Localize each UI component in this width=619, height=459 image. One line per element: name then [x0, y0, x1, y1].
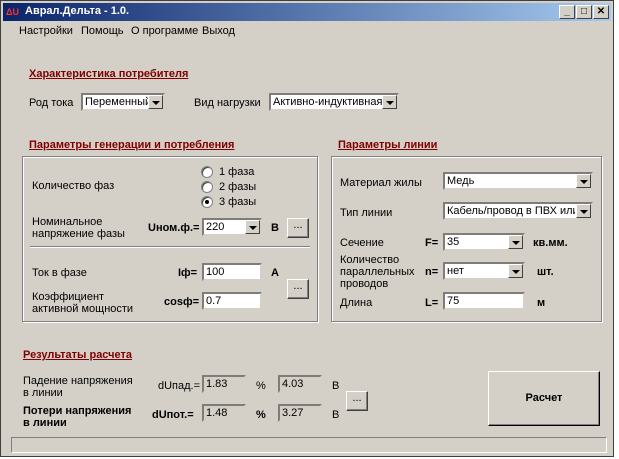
- window-title: Аврал.Дельта - 1.0.: [25, 5, 130, 17]
- minimize-icon: _: [564, 6, 570, 17]
- loss-volts-output: 3.27: [278, 404, 322, 422]
- load-type-value: Активно-индуктивная: [273, 96, 383, 108]
- close-button[interactable]: ✕: [593, 5, 609, 19]
- drop-volts-output: 4.03: [278, 375, 322, 393]
- maximize-icon: □: [580, 6, 588, 17]
- material-value: Медь: [447, 175, 475, 187]
- length-unit: м: [537, 297, 546, 309]
- pf-input[interactable]: 0.7: [202, 292, 262, 310]
- loss-volts-unit: В: [332, 409, 340, 421]
- line-section-title: Параметры линии: [338, 139, 438, 151]
- load-type-select[interactable]: Активно-индуктивная: [269, 93, 399, 111]
- app-logo-icon: ΔU: [6, 7, 19, 17]
- parallel-label-line1: Количество: [340, 254, 400, 266]
- menu-help[interactable]: Помощь: [81, 25, 124, 37]
- parallel-select[interactable]: нет: [443, 262, 525, 280]
- length-input[interactable]: 75: [443, 292, 525, 310]
- current-unit: А: [271, 267, 279, 279]
- pf-label-line1: Коэффициент: [32, 291, 105, 303]
- phase-1-radio[interactable]: [201, 166, 213, 178]
- pf-label-line2: активной мощности: [32, 303, 134, 315]
- voltage-symbol: Uном.ф.=: [148, 222, 200, 234]
- drop-label-line2: в линии: [23, 387, 63, 399]
- line-type-select[interactable]: Кабель/провод в ПВХ или: [443, 202, 593, 220]
- current-label: Ток в фазе: [32, 267, 87, 279]
- current-symbol: Iф=: [178, 267, 198, 279]
- status-bar: [11, 437, 607, 453]
- minimize-button[interactable]: _: [559, 5, 575, 19]
- loss-percent-unit: %: [256, 409, 266, 421]
- phases-label: Количество фаз: [32, 180, 115, 192]
- consumer-section-title: Характеристика потребителя: [29, 68, 189, 80]
- results-more-button[interactable]: ...: [346, 391, 368, 411]
- drop-label-line1: Падение напряжения: [23, 375, 133, 387]
- chevron-down-icon[interactable]: [576, 204, 591, 218]
- parallel-symbol: n=: [425, 266, 439, 278]
- drop-symbol: dUпад.=: [158, 380, 201, 392]
- maximize-button[interactable]: □: [576, 5, 592, 19]
- voltage-select[interactable]: 220: [202, 218, 262, 236]
- current-type-select[interactable]: Переменный: [81, 93, 165, 111]
- chevron-down-icon[interactable]: [382, 95, 397, 109]
- parallel-value: нет: [447, 265, 464, 277]
- chevron-down-icon[interactable]: [508, 235, 523, 249]
- section-label: Сечение: [340, 237, 384, 249]
- voltage-unit: В: [271, 222, 279, 234]
- section-unit: кв.мм.: [533, 237, 568, 249]
- material-select[interactable]: Медь: [443, 172, 593, 190]
- calculate-button[interactable]: Расчет: [488, 371, 600, 426]
- chevron-down-icon[interactable]: [508, 264, 523, 278]
- length-symbol: L=: [425, 297, 439, 309]
- parallel-label-line3: проводов: [340, 278, 389, 290]
- phase-2-label: 2 фазы: [219, 181, 257, 193]
- section-symbol: F=: [425, 237, 439, 249]
- loss-symbol: dUпот.=: [152, 409, 194, 421]
- current-input[interactable]: 100: [202, 263, 262, 281]
- generation-section-title: Параметры генерации и потребления: [29, 139, 235, 151]
- section-select[interactable]: 35: [443, 233, 525, 251]
- section-value: 35: [447, 236, 460, 248]
- menu-exit[interactable]: Выход: [202, 25, 235, 37]
- parallel-label-line2: параллельных: [340, 266, 415, 278]
- drop-volts-unit: В: [332, 380, 340, 392]
- loss-percent-output: 1.48: [202, 404, 246, 422]
- chevron-down-icon[interactable]: [148, 95, 163, 109]
- current-type-label: Род тока: [29, 97, 74, 109]
- line-type-label: Тип линии: [340, 207, 393, 219]
- voltage-more-button[interactable]: ...: [287, 218, 309, 238]
- parallel-unit: шт.: [537, 266, 554, 278]
- line-type-value: Кабель/провод в ПВХ или: [447, 205, 575, 217]
- phase-2-radio[interactable]: [201, 181, 213, 193]
- phase-1-label: 1 фаза: [219, 166, 255, 178]
- pf-symbol: cosф=: [164, 296, 200, 308]
- app-window: ΔU Аврал.Дельта - 1.0. _ □ ✕ Настройки П…: [0, 0, 614, 457]
- menu-bar: Настройки Помощь О программе Выход: [3, 22, 611, 40]
- current-more-button[interactable]: ...: [287, 279, 309, 299]
- phase-3-label: 3 фазы: [219, 196, 257, 208]
- drop-percent-output: 1.83: [202, 375, 246, 393]
- load-type-label: Вид нагрузки: [194, 97, 261, 109]
- loss-label-line2: в линии: [23, 417, 67, 429]
- divider: [30, 246, 310, 248]
- title-bar: ΔU Аврал.Дельта - 1.0. _ □ ✕: [3, 3, 611, 21]
- close-icon: ✕: [596, 6, 606, 17]
- menu-settings[interactable]: Настройки: [19, 25, 73, 37]
- voltage-value: 220: [206, 221, 225, 233]
- results-section-title: Результаты расчета: [23, 349, 133, 361]
- phase-3-radio[interactable]: [201, 196, 213, 208]
- voltage-label-line2: напряжение фазы: [32, 228, 125, 240]
- material-label: Материал жилы: [340, 177, 422, 189]
- length-label: Длина: [340, 297, 373, 309]
- menu-about[interactable]: О программе: [131, 25, 198, 37]
- voltage-label-line1: Номинальное: [32, 216, 103, 228]
- current-type-value: Переменный: [85, 96, 152, 108]
- chevron-down-icon[interactable]: [576, 174, 591, 188]
- loss-label-line1: Потери напряжения: [23, 405, 132, 417]
- drop-percent-unit: %: [256, 380, 266, 392]
- chevron-down-icon[interactable]: [245, 220, 260, 234]
